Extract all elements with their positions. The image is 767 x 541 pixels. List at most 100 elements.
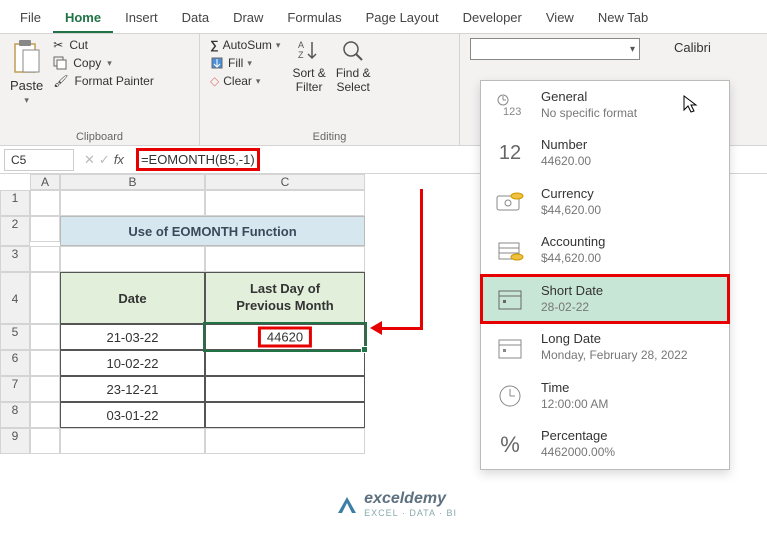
chevron-down-icon: ▾ <box>276 40 281 51</box>
cell-date[interactable]: 23-12-21 <box>60 376 205 402</box>
dd-title: Long Date <box>541 331 688 348</box>
cell-date[interactable]: 10-02-22 <box>60 350 205 376</box>
dd-sub: 28-02-22 <box>541 300 603 316</box>
cell-date[interactable]: 21-03-22 <box>60 324 205 350</box>
dd-sub: $44,620.00 <box>541 203 601 219</box>
number-format-combo[interactable]: ▾ <box>470 38 640 60</box>
cell-last[interactable] <box>205 350 365 376</box>
cell[interactable] <box>60 190 205 216</box>
cell[interactable] <box>205 190 365 216</box>
dd-sub: $44,620.00 <box>541 251 605 267</box>
dd-title: Percentage <box>541 428 615 445</box>
enter-icon[interactable]: ✓ <box>99 152 110 168</box>
tab-file[interactable]: File <box>8 4 53 33</box>
format-currency[interactable]: Currency$44,620.00 <box>481 178 729 226</box>
cell[interactable] <box>30 324 60 350</box>
sort-icon: AZ <box>296 38 322 64</box>
watermark-sub: EXCEL · DATA · BI <box>364 508 457 518</box>
number-format-dropdown: 123 GeneralNo specific format 12 Number4… <box>480 80 730 470</box>
col-header-a[interactable]: A <box>30 174 60 190</box>
title-cell[interactable]: Use of EOMONTH Function <box>60 216 365 246</box>
copy-button[interactable]: Copy ▾ <box>53 56 154 70</box>
chevron-down-icon: ▾ <box>630 44 635 55</box>
autosum-button[interactable]: ∑ AutoSum ▾ <box>210 38 280 52</box>
tab-view[interactable]: View <box>534 4 586 33</box>
format-percentage[interactable]: % Percentage4462000.00% <box>481 420 729 468</box>
chevron-down-icon: ▾ <box>256 76 261 87</box>
tab-pagelayout[interactable]: Page Layout <box>354 4 451 33</box>
group-editing: ∑ AutoSum ▾ Fill ▾ ◇ Clear ▾ AZ <box>200 34 460 145</box>
cell[interactable] <box>205 246 365 272</box>
paste-button[interactable]: Paste ▾ <box>10 38 43 106</box>
cell[interactable] <box>60 246 205 272</box>
cell[interactable] <box>30 272 60 324</box>
cell-c5-selected[interactable]: 44620 <box>205 324 365 350</box>
cell[interactable] <box>30 216 60 242</box>
col-header-b[interactable]: B <box>60 174 205 190</box>
tab-data[interactable]: Data <box>170 4 221 33</box>
row-header[interactable]: 3 <box>0 246 30 272</box>
formula-text: =EOMONTH(B5,-1) <box>136 148 260 171</box>
format-short-date[interactable]: Short Date28-02-22 <box>481 275 729 323</box>
cell-value: 44620 <box>258 327 312 348</box>
svg-text:123: 123 <box>503 106 521 118</box>
fx-icon[interactable]: fx <box>114 152 124 168</box>
cell-date[interactable]: 03-01-22 <box>60 402 205 428</box>
cut-button[interactable]: ✂ Cut <box>53 38 154 52</box>
copy-icon <box>53 56 67 70</box>
dd-title: Time <box>541 380 608 397</box>
tab-insert[interactable]: Insert <box>113 4 170 33</box>
fill-button[interactable]: Fill ▾ <box>210 56 280 70</box>
dd-sub: 44620.00 <box>541 154 591 170</box>
clear-button[interactable]: ◇ Clear ▾ <box>210 74 280 88</box>
tab-newtab[interactable]: New Tab <box>586 4 660 33</box>
paste-label: Paste <box>10 78 43 93</box>
dd-title: Short Date <box>541 283 603 300</box>
clear-label: Clear <box>223 74 252 88</box>
row-header[interactable]: 4 <box>0 272 30 324</box>
tab-home[interactable]: Home <box>53 4 113 33</box>
cell[interactable] <box>30 428 60 454</box>
watermark: exceldemy EXCEL · DATA · BI <box>336 490 457 518</box>
tab-formulas[interactable]: Formulas <box>275 4 353 33</box>
cell[interactable] <box>30 350 60 376</box>
row-header[interactable]: 5 <box>0 324 30 350</box>
format-time[interactable]: Time12:00:00 AM <box>481 372 729 420</box>
format-painter-label: Format Painter <box>74 74 153 88</box>
cell-last[interactable] <box>205 376 365 402</box>
row-header[interactable]: 1 <box>0 190 30 216</box>
tab-developer[interactable]: Developer <box>451 4 534 33</box>
tab-draw[interactable]: Draw <box>221 4 275 33</box>
chevron-down-icon: ▾ <box>247 58 252 69</box>
cell-last[interactable] <box>205 402 365 428</box>
cell[interactable] <box>30 402 60 428</box>
cut-label: Cut <box>69 38 88 52</box>
name-box[interactable]: C5 <box>4 149 74 171</box>
col-header-c[interactable]: C <box>205 174 365 190</box>
cell[interactable] <box>30 376 60 402</box>
format-number[interactable]: 12 Number44620.00 <box>481 129 729 177</box>
row-header[interactable]: 6 <box>0 350 30 376</box>
header-date[interactable]: Date <box>60 272 205 324</box>
find-select-button[interactable]: Find & Select <box>336 38 371 95</box>
group-clipboard: Paste ▾ ✂ Cut Copy ▾ 🖌 Format Painter <box>0 34 200 145</box>
header-lastday[interactable]: Last Day of Previous Month <box>205 272 365 324</box>
cell[interactable] <box>205 428 365 454</box>
fill-handle[interactable] <box>361 346 368 353</box>
cell[interactable] <box>60 428 205 454</box>
cell[interactable] <box>30 246 60 272</box>
percent-icon: % <box>493 431 527 459</box>
brush-icon: 🖌 <box>53 74 68 88</box>
format-accounting[interactable]: Accounting$44,620.00 <box>481 226 729 274</box>
cell[interactable] <box>30 190 60 216</box>
sort-filter-button[interactable]: AZ Sort & Filter <box>292 38 325 95</box>
row-header[interactable]: 9 <box>0 428 30 454</box>
cancel-icon[interactable]: ✕ <box>84 152 95 168</box>
row-header[interactable]: 2 <box>0 216 30 246</box>
format-painter-button[interactable]: 🖌 Format Painter <box>53 74 154 88</box>
format-long-date[interactable]: Long DateMonday, February 28, 2022 <box>481 323 729 371</box>
row-header[interactable]: 8 <box>0 402 30 428</box>
font-name-combo[interactable] <box>670 38 730 57</box>
row-header[interactable]: 7 <box>0 376 30 402</box>
eraser-icon: ◇ <box>210 74 219 88</box>
